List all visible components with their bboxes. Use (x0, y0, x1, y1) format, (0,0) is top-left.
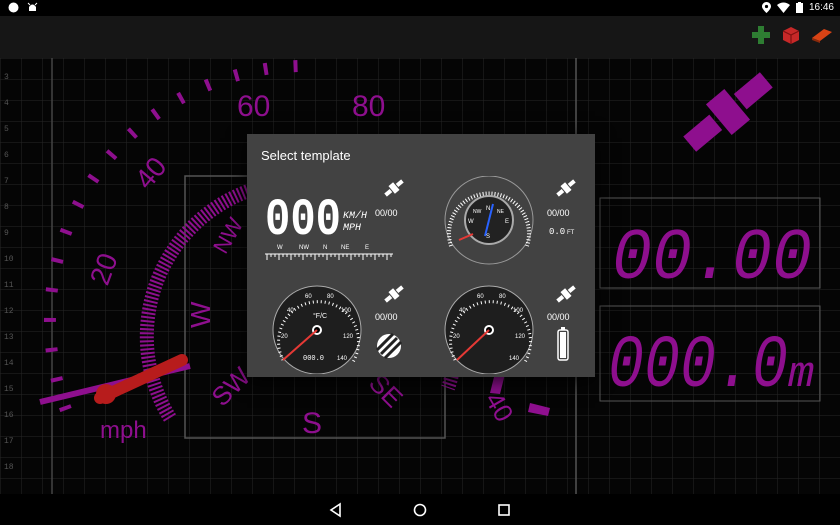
location-icon (761, 2, 771, 13)
row-number: 11 (4, 281, 14, 290)
svg-text:N: N (486, 206, 490, 212)
home-button[interactable] (410, 500, 430, 520)
sat-count: 00/00 (375, 312, 398, 322)
no-signal-icon (375, 332, 403, 360)
android-debug-icon (27, 2, 38, 11)
digital-bottom-readout: 000.0 (608, 325, 788, 409)
altitude-unit: FT (567, 230, 575, 236)
svg-text:140: 140 (509, 356, 520, 362)
svg-text:100: 100 (341, 308, 352, 314)
svg-text:40: 40 (287, 308, 294, 314)
temperature-gauge-template[interactable]: 20 40 60 80 100 120 140 °F/C 000.0 00/00 (261, 280, 413, 375)
altitude-value: 0.0 (549, 227, 565, 237)
svg-text:60: 60 (477, 294, 484, 300)
odometer: 000.0 (303, 355, 324, 363)
row-number: 14 (4, 359, 14, 368)
compass-label-w: W (185, 301, 216, 328)
svg-text:S: S (486, 234, 490, 240)
svg-text:40: 40 (459, 308, 466, 314)
row-number: 13 (4, 333, 14, 342)
digital-speed: 000 (265, 191, 341, 250)
svg-text:N: N (323, 245, 327, 251)
svg-text:NE: NE (341, 245, 349, 251)
battery-gauge-template[interactable]: 20 40 60 80 100 120 140 00/00 (433, 280, 585, 375)
svg-text:80: 80 (499, 294, 506, 300)
eraser-button[interactable] (810, 24, 834, 46)
digital-bottom-unit: m (788, 350, 814, 400)
temp-unit: °F/C (313, 312, 327, 320)
satellite-icon (556, 179, 576, 197)
satellite-icon (556, 285, 576, 303)
row-number: 15 (4, 385, 14, 394)
satellite-icon (384, 285, 404, 303)
compass-label-s: S (302, 407, 322, 440)
svg-text:NW: NW (473, 209, 482, 215)
circle-icon (8, 2, 19, 13)
unit-kmh: KM/H (343, 210, 367, 222)
recents-button[interactable] (494, 500, 514, 520)
row-number: 7 (4, 177, 9, 186)
sat-count: 00/00 (547, 312, 570, 322)
row-number: 16 (4, 411, 14, 420)
action-bar (0, 16, 840, 58)
row-number: 9 (4, 229, 9, 238)
layouts-button[interactable] (780, 24, 802, 46)
sat-count: 00/00 (375, 208, 398, 218)
status-bar: 16:46 (0, 0, 840, 16)
row-number: 8 (4, 203, 9, 212)
svg-text:120: 120 (515, 334, 526, 340)
sat-count: 00/00 (547, 208, 570, 218)
svg-text:W: W (277, 245, 283, 251)
digital-template[interactable]: 000 KM/H MPH 00/00 W NW N NE E (261, 178, 413, 264)
svg-text:E: E (365, 245, 369, 251)
plus-icon (752, 26, 770, 44)
compass-gauge-template[interactable]: N NE E S W NW 00/00 0.0 FT (433, 175, 585, 266)
eraser-icon (812, 29, 832, 43)
row-number: 6 (4, 151, 9, 160)
unit-mph: MPH (343, 223, 361, 234)
satellite-icon (384, 179, 404, 197)
row-number: 17 (4, 437, 14, 446)
clock: 16:46 (808, 2, 834, 13)
wifi-icon (776, 2, 790, 13)
navigation-bar (0, 494, 840, 525)
select-template-dialog: Select template 000 KM/H MPH 00/00 W NW … (247, 134, 595, 377)
row-number: 10 (4, 255, 14, 264)
svg-text:20: 20 (281, 334, 288, 340)
add-button[interactable] (750, 24, 772, 46)
unit-label: mph (100, 417, 147, 444)
svg-text:100: 100 (513, 308, 524, 314)
digital-top-readout: 00.00 (612, 218, 812, 300)
cube-icon (782, 27, 800, 44)
dialog-title: Select template (261, 148, 351, 163)
svg-text:E: E (505, 219, 509, 225)
svg-text:60: 60 (305, 294, 312, 300)
back-button[interactable] (326, 500, 346, 520)
row-number: 12 (4, 307, 14, 316)
row-number: 3 (4, 73, 9, 82)
svg-text:20: 20 (453, 334, 460, 340)
svg-text:W: W (468, 219, 474, 225)
svg-text:120: 120 (343, 334, 354, 340)
svg-text:NW: NW (299, 245, 309, 251)
svg-text:140: 140 (337, 356, 348, 362)
speed-label-60: 60 (237, 90, 270, 123)
row-number: 4 (4, 99, 9, 108)
svg-text:80: 80 (327, 294, 334, 300)
battery-icon (795, 2, 803, 13)
row-number: 18 (4, 463, 14, 472)
row-number: 5 (4, 125, 9, 134)
battery-icon (557, 327, 569, 361)
svg-text:NE: NE (497, 209, 505, 215)
speed-label-80: 80 (352, 90, 385, 123)
